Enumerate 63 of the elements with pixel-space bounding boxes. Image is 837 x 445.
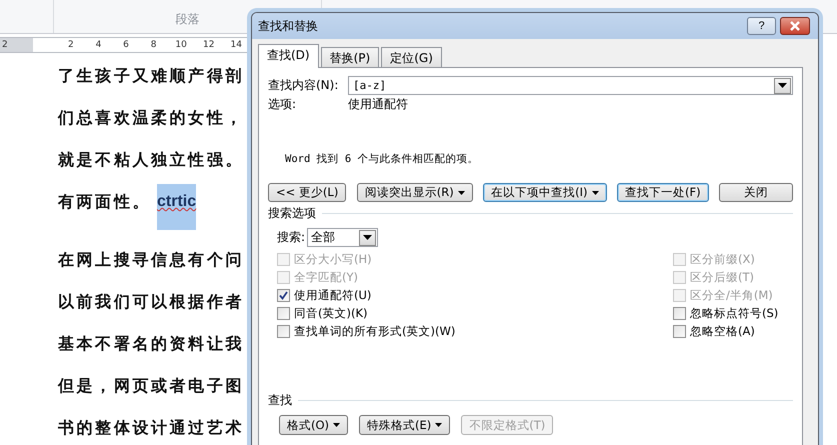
field-label: 搜索: <box>277 229 306 246</box>
checkbox-label: 忽略空格(A) <box>690 324 755 338</box>
dialog-button[interactable]: << 更少(L) <box>268 183 346 202</box>
ruler-number: 2 <box>67 40 75 50</box>
dropdown-icon[interactable] <box>774 78 791 94</box>
checkbox-label: 同音(英文)(K) <box>294 306 368 320</box>
options-label: 选项: <box>268 96 298 113</box>
format-button[interactable]: 格式(O) <box>279 415 348 435</box>
checkbox[interactable] <box>277 288 290 302</box>
tab[interactable]: 定位(G) <box>381 47 442 67</box>
dialog-button[interactable]: 阅读突出显示(R) <box>356 183 473 202</box>
caret-icon <box>592 190 599 194</box>
checkbox[interactable] <box>673 324 686 338</box>
checkbox-label: 全字匹配(Y) <box>294 270 358 284</box>
dialog-button[interactable]: 关闭 <box>719 183 793 202</box>
ruler-number: 2 <box>2 40 9 50</box>
section-title: 搜索选项 <box>268 205 316 222</box>
search-dropdown[interactable]: 全部 <box>307 228 378 247</box>
tab[interactable]: 查找(D) <box>258 44 319 68</box>
ruler-number: 14 <box>230 40 243 50</box>
tab[interactable]: 替换(P) <box>320 47 380 67</box>
section-title: 查找 <box>268 392 292 409</box>
dropdown-icon[interactable] <box>359 230 376 246</box>
help-button[interactable]: ? <box>747 17 776 35</box>
checkbox-label: 区分大小写(H) <box>294 252 372 266</box>
format-button[interactable]: 特殊格式(E) <box>359 415 450 435</box>
caret-icon <box>333 423 340 427</box>
options-value: 使用通配符 <box>348 96 408 113</box>
ribbon-group-label: 段落 <box>176 11 200 28</box>
ruler-number: 12 <box>202 40 216 50</box>
checkbox-label: 忽略标点符号(S) <box>690 306 778 320</box>
document-text: 但是，网页或者电子图 <box>58 376 244 396</box>
document-text: 就是不粘人独立性强。 <box>58 150 244 170</box>
close-button[interactable] <box>780 17 810 35</box>
dialog-button[interactable]: 查找下一处(F) <box>616 183 709 202</box>
checkbox[interactable] <box>673 306 686 320</box>
dialog-button[interactable]: 在以下项中查找(I) <box>483 183 607 202</box>
checkbox[interactable] <box>277 324 290 338</box>
document-text: 以前我们可以根据作者 <box>58 292 244 312</box>
ruler-number: 10 <box>174 40 188 50</box>
checkbox-label: 查找单词的所有形式(英文)(W) <box>294 324 456 338</box>
caret-icon <box>435 423 442 427</box>
checkbox[interactable] <box>277 306 290 320</box>
checkbox-label: 使用通配符(U) <box>294 288 372 302</box>
document-text: 了生孩子又难顺产得剖 <box>58 66 244 86</box>
checkbox-label: 区分前缀(X) <box>690 252 755 266</box>
ruler-number: 8 <box>150 40 158 50</box>
checkbox-label: 区分全/半角(M) <box>690 288 773 302</box>
checkbox-label: 区分后缀(T) <box>690 270 754 284</box>
status-message: Word 找到 6 个与此条件相匹配的项。 <box>285 152 480 167</box>
caret-icon <box>458 190 465 194</box>
selected-text: ctrtic <box>157 184 196 230</box>
document-text: 们总喜欢温柔的女性， <box>58 108 244 128</box>
search-field[interactable]: [a-z] <box>348 76 793 95</box>
document-text: 书的整体设计通过艺术 <box>58 418 244 438</box>
document-text: 在网上搜寻信息有个问 <box>58 250 244 270</box>
close-icon <box>789 21 801 31</box>
ruler-number: 4 <box>94 40 102 50</box>
window-title: 查找和替换 <box>258 18 318 34</box>
ruler-number: 6 <box>122 40 130 50</box>
document-text: 基本不署名的资料让我 <box>58 334 244 354</box>
document-text: 有两面性。 <box>58 192 151 212</box>
field-label: 查找内容(N): <box>268 77 340 94</box>
